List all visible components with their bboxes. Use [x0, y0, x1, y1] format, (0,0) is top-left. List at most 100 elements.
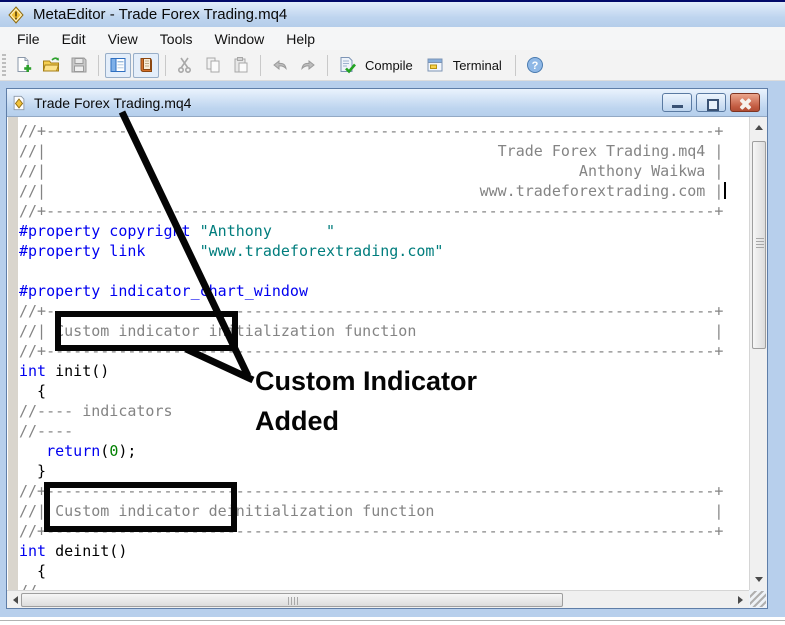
code-line: //+-------------------------------------…	[19, 201, 723, 221]
toolbar-separator	[98, 55, 99, 76]
toolbar-separator	[260, 55, 261, 76]
navigator-toggle-button[interactable]	[105, 53, 131, 78]
code-line: //---- indicators	[19, 401, 723, 421]
thumb-grip-icon	[756, 238, 764, 248]
toolbar: Compile Terminal ?	[0, 50, 785, 81]
navigator-panel-icon	[109, 56, 127, 74]
terminal-icon	[426, 56, 444, 74]
code-line: //| www.tradeforextrading.com |	[19, 181, 723, 201]
menu-help[interactable]: Help	[275, 29, 326, 49]
code-line: {	[19, 561, 723, 581]
menu-view[interactable]: View	[97, 29, 149, 49]
code-line: //----	[19, 421, 723, 441]
minimize-button[interactable]	[662, 93, 692, 112]
menu-file[interactable]: File	[6, 29, 51, 49]
scroll-up-button[interactable]	[750, 119, 767, 136]
code-line: //| Custom indicator initialization func…	[19, 321, 723, 341]
copy-icon	[204, 56, 222, 74]
code-line: //+-------------------------------------…	[19, 481, 723, 501]
copy-button[interactable]	[200, 53, 226, 78]
toolbar-separator	[165, 55, 166, 76]
document-title: Trade Forex Trading.mq4	[34, 95, 662, 111]
arrow-left-icon	[13, 596, 18, 604]
metaeditor-app-icon	[7, 6, 25, 24]
compile-label[interactable]: Compile	[365, 58, 413, 73]
compile-button[interactable]	[334, 53, 360, 78]
new-file-icon	[14, 56, 32, 74]
code-line: #property indicator_chart_window	[19, 281, 723, 301]
code-editor[interactable]: //+-------------------------------------…	[7, 117, 749, 590]
mdi-client-area: Trade Forex Trading.mq4 //+-------------…	[0, 81, 785, 617]
vertical-scrollbar[interactable]	[749, 117, 767, 590]
new-file-button[interactable]	[10, 53, 36, 78]
mq4-file-icon	[11, 95, 27, 111]
document-window: Trade Forex Trading.mq4 //+-------------…	[6, 88, 768, 609]
status-divider	[0, 620, 785, 621]
dictionary-book-icon	[137, 56, 155, 74]
code-line: }	[19, 461, 723, 481]
horizontal-scroll-thumb[interactable]	[21, 593, 563, 607]
menu-tools[interactable]: Tools	[149, 29, 204, 49]
window-controls	[662, 93, 760, 112]
vertical-scroll-thumb[interactable]	[752, 141, 766, 349]
arrow-down-icon	[755, 577, 763, 582]
scroll-right-button[interactable]	[732, 591, 749, 608]
redo-button[interactable]	[295, 53, 321, 78]
menu-edit[interactable]: Edit	[51, 29, 97, 49]
open-folder-icon	[42, 56, 60, 74]
menu-bar: File Edit View Tools Window Help	[0, 27, 785, 50]
code-line: int deinit()	[19, 541, 723, 561]
text-caret	[724, 182, 726, 199]
code-line: //+-------------------------------------…	[19, 521, 723, 541]
paste-button[interactable]	[228, 53, 254, 78]
code-line: //+-------------------------------------…	[19, 341, 723, 361]
code-line: //	[19, 581, 723, 590]
scroll-down-button[interactable]	[750, 571, 767, 588]
code-line	[19, 261, 723, 281]
code-line: {	[19, 381, 723, 401]
compile-icon	[338, 56, 356, 74]
toolbar-separator	[515, 55, 516, 76]
status-strip	[0, 617, 785, 625]
save-button[interactable]	[66, 53, 92, 78]
close-button[interactable]	[730, 93, 760, 112]
paste-icon	[232, 56, 250, 74]
dictionary-toggle-button[interactable]	[133, 53, 159, 78]
code-line: //+-------------------------------------…	[19, 121, 723, 141]
undo-icon	[271, 56, 289, 74]
open-file-button[interactable]	[38, 53, 64, 78]
toolbar-separator	[327, 55, 328, 76]
terminal-label[interactable]: Terminal	[453, 58, 502, 73]
terminal-button[interactable]	[422, 53, 448, 78]
svg-text:?: ?	[531, 60, 538, 72]
code-line: //+-------------------------------------…	[19, 301, 723, 321]
help-button[interactable]: ?	[522, 53, 548, 78]
app-title: MetaEditor - Trade Forex Trading.mq4	[33, 6, 287, 23]
thumb-grip-icon	[288, 597, 298, 605]
code-line: //| Custom indicator deinitialization fu…	[19, 501, 723, 521]
menu-window[interactable]: Window	[203, 29, 275, 49]
code-line: //| Anthony Waikwa |	[19, 161, 723, 181]
cut-icon	[176, 56, 194, 74]
undo-button[interactable]	[267, 53, 293, 78]
restore-button[interactable]	[696, 93, 726, 112]
arrow-right-icon	[738, 596, 743, 604]
resize-grip[interactable]	[750, 591, 766, 607]
code-line: #property copyright "Anthony "	[19, 221, 723, 241]
editor-gutter	[8, 117, 18, 590]
metaeditor-window: MetaEditor - Trade Forex Trading.mq4 Fil…	[0, 0, 785, 625]
document-titlebar[interactable]: Trade Forex Trading.mq4	[7, 89, 767, 117]
horizontal-scrollbar[interactable]	[7, 590, 749, 608]
code-line: int init()	[19, 361, 723, 381]
cut-button[interactable]	[172, 53, 198, 78]
code-line: #property link "www.tradeforextrading.co…	[19, 241, 723, 261]
app-titlebar: MetaEditor - Trade Forex Trading.mq4	[0, 0, 785, 27]
help-icon: ?	[526, 56, 544, 74]
code-line: //| Trade Forex Trading.mq4 |	[19, 141, 723, 161]
code-lines: //+-------------------------------------…	[19, 121, 723, 590]
toolbar-grip[interactable]	[2, 54, 6, 76]
arrow-up-icon	[755, 125, 763, 130]
code-line: return(0);	[19, 441, 723, 461]
redo-icon	[299, 56, 317, 74]
save-icon	[70, 56, 88, 74]
